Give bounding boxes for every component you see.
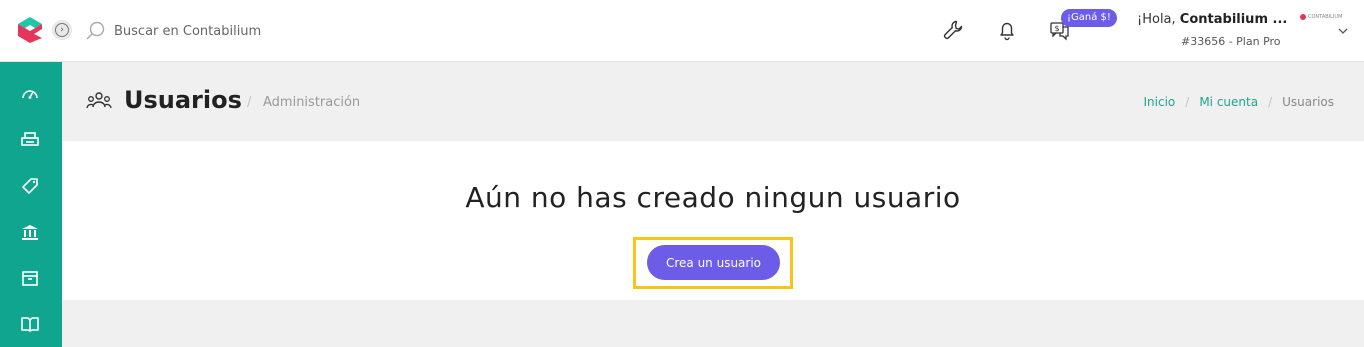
sidebar-item-accounting[interactable] (19, 313, 41, 335)
company-logo-text: CONTABILIUM (1308, 14, 1343, 20)
box-icon (22, 271, 38, 286)
empty-state-message: Aún no has creado ningun usuario (465, 181, 961, 214)
sidebar-item-dashboard[interactable] (19, 83, 41, 105)
bell-icon[interactable] (996, 19, 1018, 41)
page-header: Usuarios / Administración Inicio / Mi cu… (62, 62, 1364, 141)
greeting-prefix: ¡Hola, (1137, 12, 1180, 27)
create-user-button[interactable]: Crea un usuario (647, 245, 780, 280)
promo-badge[interactable]: ¡Ganá $! (1061, 9, 1117, 27)
sidebar-item-banks[interactable] (19, 221, 41, 243)
sidebar-item-sales[interactable] (19, 129, 41, 151)
user-greeting[interactable]: ¡Hola, Contabilium ... (1137, 12, 1287, 27)
company-logo: CONTABILIUM (1300, 14, 1342, 20)
chevron-down-icon[interactable] (1337, 26, 1349, 36)
breadcrumb-my-account[interactable]: Mi cuenta (1199, 95, 1258, 109)
account-info: #33656 - Plan Pro (1181, 35, 1281, 48)
search-icon (86, 21, 105, 40)
top-bar: › $ ¡Ganá $! ¡Hola, Contabilium ... #336… (0, 0, 1364, 62)
page-title: Usuarios (124, 86, 242, 114)
sidebar-item-products[interactable] (19, 175, 41, 197)
breadcrumb: Inicio / Mi cuenta / Usuarios (1144, 95, 1334, 109)
breadcrumb-current: Usuarios (1282, 95, 1334, 109)
printer-icon (21, 132, 39, 146)
title-separator: / (247, 95, 252, 110)
logo-mark-icon (1300, 14, 1306, 20)
chevron-right-icon: › (55, 23, 69, 37)
tag-icon (22, 178, 38, 194)
empty-state-card: Aún no has creado ningun usuario Crea un… (62, 141, 1364, 300)
sidebar-toggle-button[interactable]: › (52, 20, 72, 40)
page-subtitle: Administración (263, 95, 361, 110)
users-icon (86, 92, 112, 109)
sidebar-item-inventory[interactable] (19, 267, 41, 289)
book-icon (21, 317, 39, 332)
search-input[interactable] (114, 20, 414, 42)
sidebar (0, 62, 62, 347)
dashboard-icon (22, 90, 38, 99)
bank-icon (22, 225, 38, 240)
breadcrumb-separator: / (1185, 95, 1190, 109)
wrench-icon[interactable] (942, 19, 964, 41)
breadcrumb-home[interactable]: Inicio (1144, 95, 1176, 109)
breadcrumb-separator: / (1268, 95, 1273, 109)
user-name: Contabilium ... (1179, 12, 1288, 27)
svg-text:$: $ (1054, 24, 1059, 33)
contabilium-logo[interactable] (16, 16, 44, 44)
